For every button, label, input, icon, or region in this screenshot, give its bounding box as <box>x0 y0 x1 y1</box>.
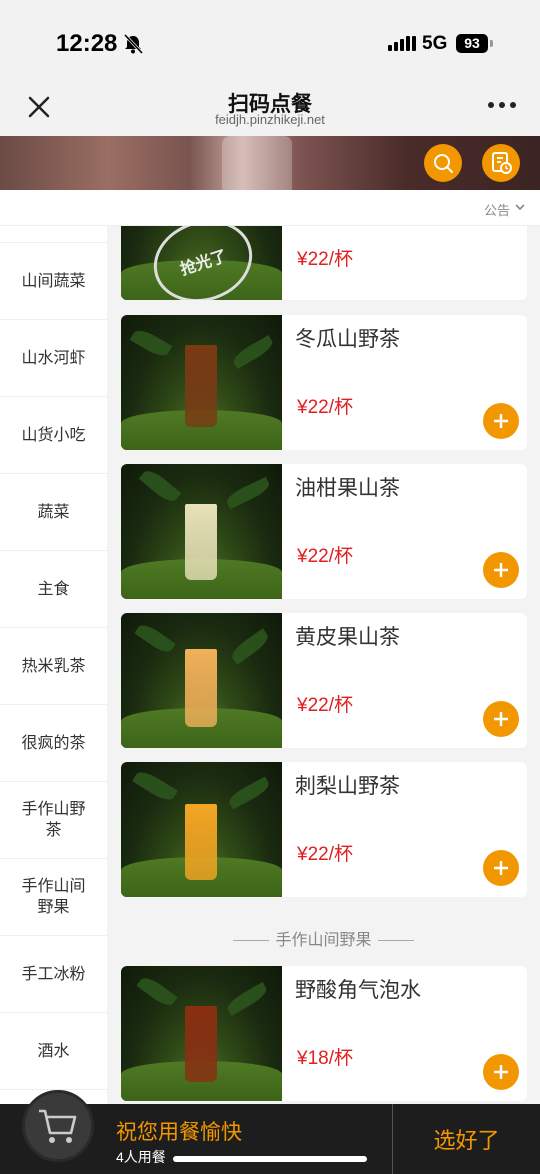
category-sidebar: 山间蔬菜 山水河虾 山货小吃 蔬菜 主食 热米乳茶 很疯的茶 手作山野茶 手作山… <box>0 226 107 1104</box>
product-name: 油柑果山茶 <box>295 477 400 500</box>
network-label: 5G <box>422 33 448 54</box>
product-name: 刺梨山野茶 <box>295 775 400 798</box>
add-to-cart-button[interactable] <box>483 701 519 737</box>
product-price: ¥22/杯 <box>297 546 353 567</box>
shopping-cart-icon <box>39 1109 77 1143</box>
sidebar-item[interactable]: 热米乳茶 <box>0 628 107 705</box>
sidebar-item[interactable]: 山水河虾 <box>0 320 107 397</box>
order-history-button[interactable] <box>482 144 520 182</box>
product-name: 野酸角气泡水 <box>295 979 421 1002</box>
page-url: feidjh.pinzhikeji.net <box>215 112 325 127</box>
sidebar-item[interactable]: 山间蔬菜 <box>0 243 107 320</box>
product-image <box>121 613 282 748</box>
plus-icon <box>494 1065 508 1079</box>
product-image <box>121 315 282 450</box>
add-to-cart-button[interactable] <box>483 1054 519 1090</box>
more-icon[interactable] <box>488 102 516 108</box>
product-price: ¥22/杯 <box>297 695 353 716</box>
product-price: ¥22/杯 <box>297 249 353 270</box>
product-card[interactable]: 刺梨山野茶 ¥22/杯 <box>121 762 527 897</box>
product-image: 抢光了 <box>121 226 282 300</box>
notice-row[interactable]: 公告 <box>0 190 540 226</box>
product-price: ¥22/杯 <box>297 844 353 865</box>
sidebar-item[interactable]: 山货小吃 <box>0 397 107 474</box>
checkout-greeting: 祝您用餐愉快 <box>116 1121 242 1144</box>
banner-glass-image <box>222 136 292 190</box>
chevron-down-icon <box>515 204 525 211</box>
search-icon <box>434 154 453 173</box>
signal-icon <box>388 36 416 51</box>
product-name: 冬瓜山野茶 <box>295 328 400 351</box>
battery-icon: 93 <box>456 34 488 53</box>
section-title: 手作山间野果 <box>107 926 540 950</box>
add-to-cart-button[interactable] <box>483 403 519 439</box>
cart-button[interactable] <box>22 1090 94 1162</box>
home-indicator <box>173 1156 367 1162</box>
plus-icon <box>494 563 508 577</box>
product-card[interactable]: 冬瓜山野茶 ¥22/杯 <box>121 315 527 450</box>
sidebar-item[interactable]: 蔬菜 <box>0 474 107 551</box>
product-image <box>121 966 282 1101</box>
search-button[interactable] <box>424 144 462 182</box>
sidebar-item-partial[interactable] <box>0 226 107 243</box>
product-price: ¥18/杯 <box>297 1048 353 1069</box>
product-image <box>121 464 282 599</box>
add-to-cart-button[interactable] <box>483 552 519 588</box>
drink-cup <box>185 345 217 427</box>
notice-label: 公告 <box>483 203 510 218</box>
plus-icon <box>494 861 508 875</box>
plus-icon <box>494 414 508 428</box>
sidebar-item[interactable]: 手作山野茶 <box>0 782 107 859</box>
checkout-button[interactable]: 选好了 <box>393 1104 540 1174</box>
product-price: ¥22/杯 <box>297 397 353 418</box>
status-time: 12:28 <box>56 30 118 57</box>
drink-cup <box>185 649 217 727</box>
order-list-icon <box>492 152 512 174</box>
product-card[interactable]: 黄皮果山茶 ¥22/杯 <box>121 613 527 748</box>
product-card[interactable]: 抢光了 ¥22/杯 <box>121 226 527 300</box>
party-size: 4人用餐 <box>116 1149 166 1165</box>
plus-icon <box>494 712 508 726</box>
sidebar-item[interactable]: 酒水 <box>0 1013 107 1090</box>
drink-cup <box>185 504 217 580</box>
sidebar-item[interactable]: 主食 <box>0 551 107 628</box>
product-card[interactable]: 油柑果山茶 ¥22/杯 <box>121 464 527 599</box>
section-title-text: 手作山间野果 <box>275 932 372 949</box>
bell-muted-icon <box>123 34 144 54</box>
product-name: 黄皮果山茶 <box>295 626 400 649</box>
add-to-cart-button[interactable] <box>483 850 519 886</box>
battery-tip <box>490 40 493 47</box>
product-card[interactable]: 野酸角气泡水 ¥18/杯 <box>121 966 527 1101</box>
product-image <box>121 762 282 897</box>
drink-cup <box>185 804 217 880</box>
status-bar: 12:28 5G 93 <box>0 0 540 88</box>
sidebar-item[interactable]: 手作山间野果 <box>0 859 107 936</box>
sidebar-item[interactable]: 很疯的茶 <box>0 705 107 782</box>
product-list: 抢光了 ¥22/杯 冬瓜山野茶 ¥22/杯 油柑果山茶 ¥22/杯 黄皮果山茶 … <box>107 226 540 1104</box>
sidebar-item[interactable]: 手工冰粉 <box>0 936 107 1013</box>
drink-cup <box>185 1006 217 1082</box>
nav-bar: 扫码点餐 feidjh.pinzhikeji.net <box>0 88 540 136</box>
